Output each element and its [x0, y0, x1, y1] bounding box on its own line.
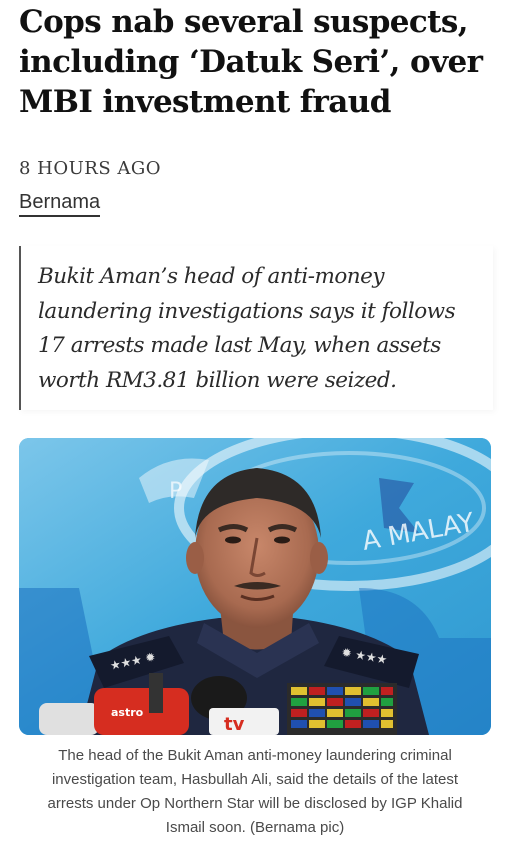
headline-line: Cops nab several suspects,: [19, 4, 469, 40]
caption-line: investigation team, Hasbullah Ali, said …: [51, 771, 459, 788]
mic-label: tv: [224, 714, 245, 735]
standfirst-text: Bukit Aman’s head of anti-money launderi…: [38, 260, 498, 398]
source-link[interactable]: Bernama: [19, 190, 101, 217]
standfirst-line: worth RM3.81 billion were seized.: [38, 367, 397, 393]
standfirst-line: laundering investigations says it follow…: [38, 298, 456, 324]
headline-line: including ‘Datuk Seri’, over: [19, 44, 483, 80]
caption-line: arrests under Op Northern Star will be d…: [47, 795, 463, 812]
standfirst-line: Bukit Aman’s head of anti-money: [38, 264, 385, 289]
standfirst-line: 17 arrests made last May, when assets: [38, 333, 441, 358]
article-photo[interactable]: A MALAY P ★★★ ✹ ✹ ★★★ astro tv: [19, 438, 491, 735]
caption-line: Ismail soon. (Bernama pic): [165, 819, 345, 836]
photo-caption: The head of the Bukit Aman anti-money la…: [19, 744, 491, 840]
medal-ribbons: [287, 683, 397, 735]
article-timestamp: 8 HOURS AGO: [19, 158, 162, 179]
article-headline: Cops nab several suspects, including ‘Da…: [19, 2, 499, 122]
headline-line: MBI investment fraud: [19, 84, 391, 120]
svg-text:astro: astro: [111, 706, 144, 719]
caption-line: The head of the Bukit Aman anti-money la…: [58, 747, 452, 764]
svg-text:P: P: [169, 479, 182, 504]
standfirst-quote: Bukit Aman’s head of anti-money launderi…: [19, 246, 493, 410]
press-conference-image: A MALAY P ★★★ ✹ ✹ ★★★ astro tv: [19, 438, 491, 735]
